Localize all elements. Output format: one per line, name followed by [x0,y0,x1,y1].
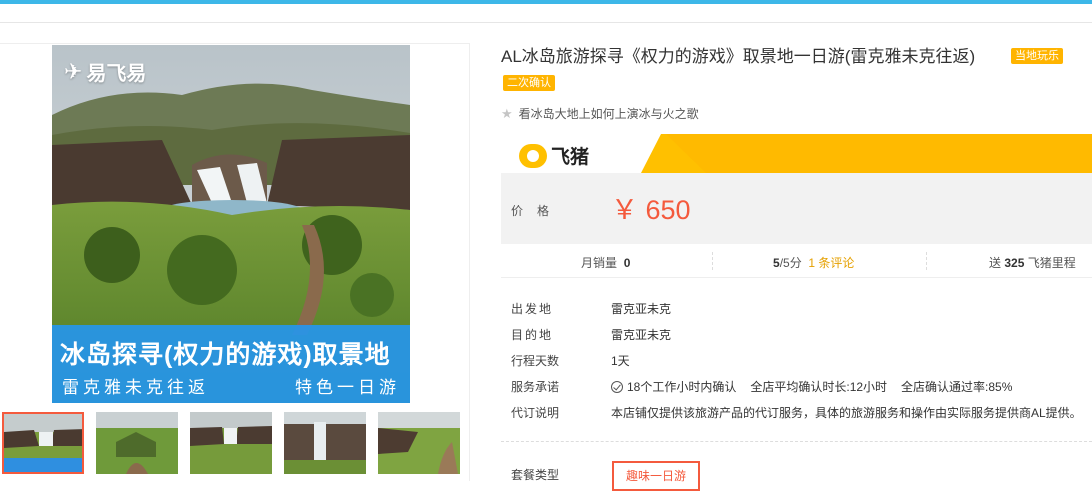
destination-label: 目的地 [511,328,554,342]
main-product-image[interactable]: ✈ 易飞易 冰岛探寻(权力的游戏)取景地 雷克雅未克往返 特色一日游 [52,45,410,403]
stats-bar: 月销量 0 5/5分 1 条评论 送 325 飞猪里程 [501,244,1092,278]
monthly-sales-label: 月销量 [581,256,618,270]
service-avg-time: 全店平均确认时长:12小时 [750,380,888,394]
banner-subtitle-right: 特色一日游 [295,378,400,397]
price-label: 价格 [511,204,564,218]
brand-strip: 飞猪 [501,134,1092,173]
top-accent-bar [0,0,1092,4]
section-divider [501,441,1092,442]
service-values: 18个工作小时内确认 全店平均确认时长:12小时 全店确认通过率:85% [611,378,1012,395]
thumbnail-4-image [284,412,366,474]
miles-value: 325 [1004,256,1025,270]
second-confirm-badge: 二次确认 [503,75,555,91]
thumbnail-3-image [190,412,272,474]
package-type-label: 套餐类型 [511,468,560,482]
stats-divider-1 [712,252,713,270]
miles-label: 飞猪里程 [1027,256,1076,270]
thumbnail-3[interactable] [190,412,272,474]
brand-logo: ✈ 易飞易 [64,57,146,86]
agency-label: 代订说明 [511,406,560,420]
destination-value: 雷克亚未克 [611,328,672,342]
subtitle-text: 看冰岛大地上如何上演冰与火之歌 [518,107,699,121]
thumbnail-2[interactable] [96,412,178,474]
fliggy-miles: 送 325 飞猪里程 [989,254,1076,271]
check-circle-icon [611,380,623,393]
star-icon: ★ [501,105,513,121]
rating: 5/5分 1 条评论 [773,254,854,271]
local-activity-badge: 当地玩乐 [1011,48,1063,64]
fliggy-pig-icon [519,143,547,168]
product-title: AL冰岛旅游探寻《权力的游戏》取景地一日游(雷克雅未克往返) [501,47,976,66]
service-confirm-time: 18个工作小时内确认 [627,380,737,394]
rating-unit: /5分 [779,256,802,270]
airplane-icon: ✈ [64,58,83,84]
price-value: ￥ 650 [611,195,691,225]
monthly-sales-value: 0 [623,256,631,270]
days-label: 行程天数 [511,354,560,368]
stats-divider-2 [926,252,927,270]
agency-value: 本店铺仅提供该旅游产品的代订服务，具体的旅游服务和操作由实际服务提供商AL提供。 [611,406,1082,420]
logo-text: 易飞易 [86,63,147,85]
thumbnail-5[interactable] [378,412,460,474]
brand-strip-stripe-accent [666,134,1092,173]
header-divider [0,22,1092,23]
fliggy-brand-text: 飞猪 [551,147,590,168]
image-banner: 冰岛探寻(权力的游戏)取景地 雷克雅未克往返 特色一日游 [52,325,410,403]
review-link[interactable]: 1 条评论 [808,256,854,270]
review-label: 条评论 [818,256,855,270]
banner-subtitle-left: 雷克雅未克往返 [62,378,209,397]
package-option-fun-day-tour[interactable]: 趣味一日游 [612,461,700,491]
thumbnail-1[interactable] [2,412,84,474]
product-subtitle: ★ 看冰岛大地上如何上演冰与火之歌 [501,105,699,122]
review-count: 1 [808,256,816,270]
service-pass-rate: 全店确认通过率:85% [901,380,1013,394]
miles-prefix: 送 [989,256,1002,270]
price-box: 飞猪 价格 ￥ 650 [501,134,1092,244]
banner-title: 冰岛探寻(权力的游戏)取景地 [60,341,391,369]
thumbnail-1-image [4,414,82,472]
departure-value: 雷克亚未克 [611,302,672,316]
thumbnail-5-image [378,412,460,474]
days-value: 1天 [611,354,630,368]
thumbnail-4[interactable] [284,412,366,474]
thumbnail-2-image [96,412,178,474]
departure-label: 出发地 [511,302,554,316]
monthly-sales: 月销量 0 [581,254,630,271]
rating-value: 5 [773,256,780,270]
service-label: 服务承诺 [511,380,560,394]
fliggy-logo: 飞猪 [519,142,589,169]
